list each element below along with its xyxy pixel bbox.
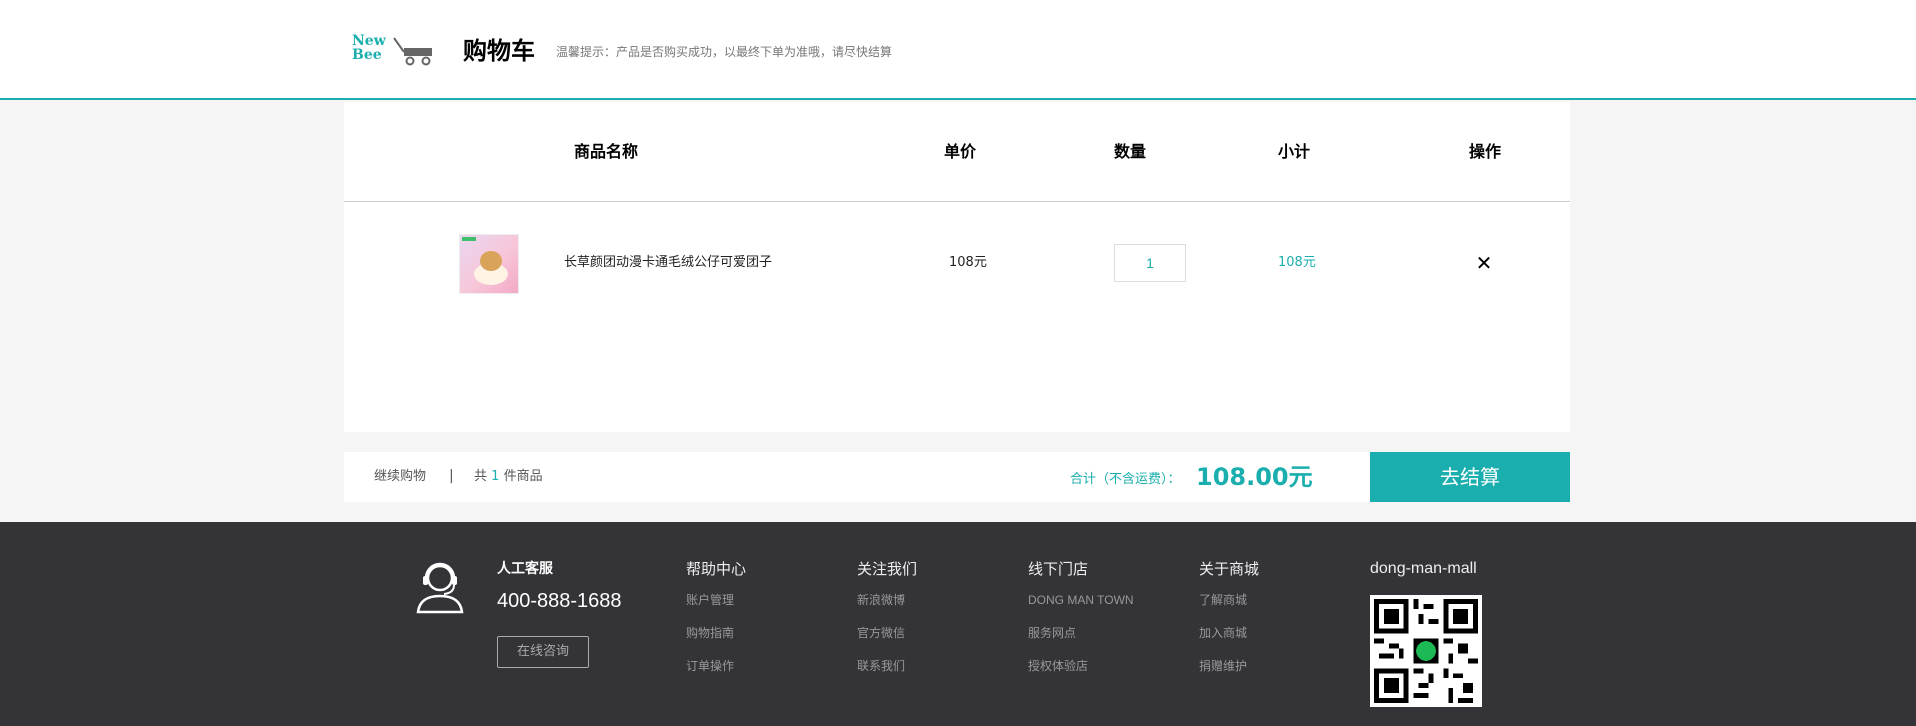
delete-button[interactable]: ✕ (1474, 252, 1494, 274)
item-count-suffix: 件商品 (503, 469, 543, 484)
footer-link[interactable]: 购物指南 (686, 625, 746, 641)
footer-column-title: 帮助中心 (686, 560, 747, 578)
column-header-price: 单价 (944, 142, 977, 161)
column-header-quantity: 数量 (1114, 142, 1147, 161)
quantity-input[interactable]: 1 (1114, 244, 1186, 282)
brand-name: dong-man-mall (1370, 560, 1477, 577)
customer-service-icon (416, 562, 464, 614)
item-count: 共 1 件商品 (474, 468, 543, 486)
thumbnail-figure-head (480, 251, 502, 271)
footer-link[interactable]: 授权体验店 (1028, 658, 1134, 674)
logo[interactable]: New Bee (352, 34, 436, 68)
cart-panel: 商品名称 单价 数量 小计 操作 长草颜团动漫卡通毛绒公仔可爱团子 108元 1… (344, 102, 1570, 432)
footer-link[interactable]: DONG MAN TOWN (1028, 592, 1134, 608)
column-header-subtotal: 小计 (1278, 142, 1311, 161)
logo-word: New Bee (352, 33, 386, 63)
summary-bar: 继续购物 | 共 1 件商品 合计（不含运费）： 108.00元 去结算 (344, 452, 1570, 502)
footer-column-follow: 关注我们 新浪微博 官方微信 联系我们 (857, 558, 917, 691)
footer-link[interactable]: 捐赠维护 (1199, 658, 1259, 674)
footer-link[interactable]: 服务网点 (1028, 625, 1134, 641)
footer-column-title: 线下门店 (1028, 560, 1089, 578)
total-label: 合计（不含运费）： (1070, 472, 1181, 487)
footer-link[interactable]: 官方微信 (857, 625, 917, 641)
close-icon: ✕ (1475, 251, 1493, 275)
footer-link[interactable]: 了解商城 (1199, 592, 1259, 608)
product-price: 108元 (949, 255, 987, 270)
page-title: 购物车 (463, 37, 535, 65)
footer-column-stores: 线下门店 DONG MAN TOWN 服务网点 授权体验店 (1028, 558, 1134, 691)
qr-code-icon (1370, 595, 1482, 707)
column-header-name: 商品名称 (574, 142, 639, 161)
footer-link[interactable]: 订单操作 (686, 658, 746, 674)
qr-code-graphic (1374, 599, 1478, 703)
header-tip: 温馨提示：产品是否购买成功，以最终下单为准哦，请尽快结算 (556, 45, 893, 59)
product-name[interactable]: 长草颜团动漫卡通毛绒公仔可爱团子 (564, 253, 772, 273)
thumbnail-tag (462, 237, 476, 241)
column-header-action: 操作 (1469, 142, 1502, 161)
footer-link[interactable]: 联系我们 (857, 658, 917, 674)
table-header: 商品名称 单价 数量 小计 操作 (344, 102, 1570, 202)
continue-shopping-link[interactable]: 继续购物 (374, 468, 426, 486)
footer-column-help: 帮助中心 账户管理 购物指南 订单操作 (686, 558, 746, 691)
product-thumbnail[interactable] (459, 234, 519, 294)
footer-link[interactable]: 账户管理 (686, 592, 746, 608)
footer-column-title: 关注我们 (857, 560, 918, 578)
product-subtotal: 108元 (1278, 255, 1316, 270)
footer-link[interactable]: 新浪微博 (857, 592, 917, 608)
total-value: 108.00元 (1196, 463, 1313, 491)
footer-link[interactable]: 加入商城 (1199, 625, 1259, 641)
item-count-prefix: 共 (474, 469, 488, 484)
footer-column-about: 关于商城 了解商城 加入商城 捐赠维护 (1199, 558, 1259, 691)
footer: 人工客服 400-888-1688 在线咨询 帮助中心 账户管理 购物指南 订单… (0, 522, 1916, 726)
online-consult-button[interactable]: 在线咨询 (497, 636, 589, 668)
cart-logo-icon (393, 37, 432, 66)
header: New Bee 购物车 温馨提示：产品是否购买成功，以最终下单为准哦，请尽快结算 (0, 0, 1916, 100)
item-count-number: 1 (491, 469, 500, 484)
logo-text: New Bee (352, 34, 386, 62)
checkout-button[interactable]: 去结算 (1370, 452, 1570, 502)
service-label: 人工客服 (497, 561, 553, 577)
service-phone: 400-888-1688 (497, 590, 622, 612)
footer-column-title: 关于商城 (1199, 560, 1260, 578)
summary-separator: | (449, 468, 454, 484)
